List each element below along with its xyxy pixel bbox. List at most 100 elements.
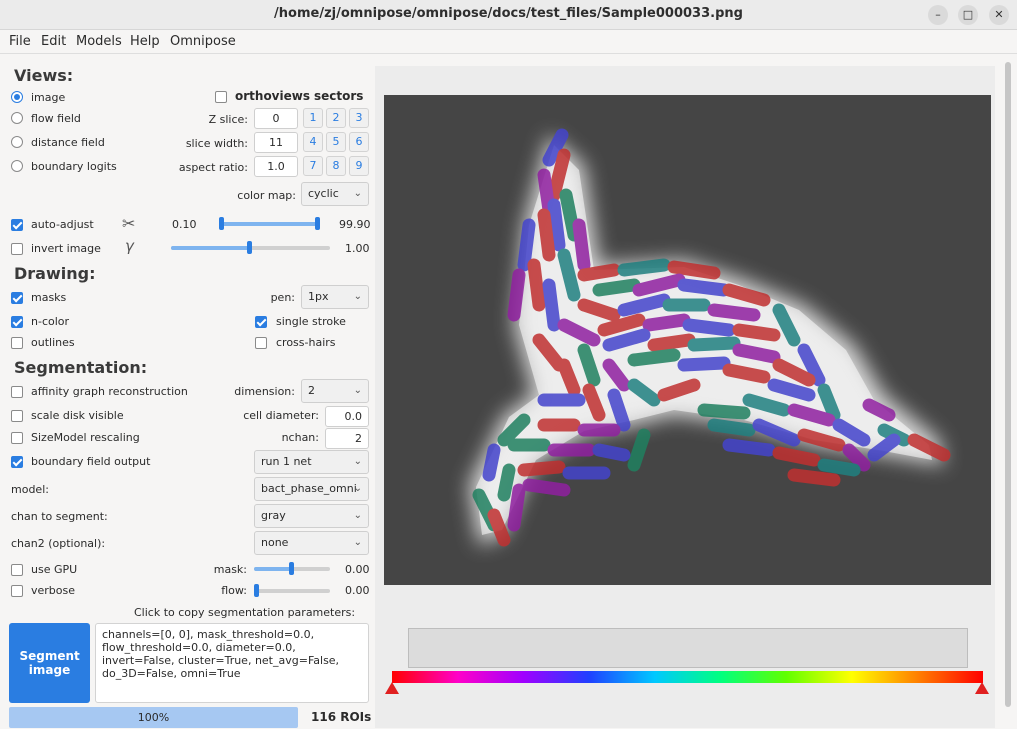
auto-adjust-min-handle[interactable] [219, 217, 224, 230]
model-select[interactable]: bact_phase_omni ⌄ [254, 477, 369, 501]
color-map-label: color map: [237, 189, 296, 202]
outlines-checkbox[interactable] [11, 337, 23, 349]
colormap-bar[interactable] [392, 671, 983, 683]
use-gpu-label: use GPU [31, 563, 78, 576]
affinity-checkbox[interactable] [11, 386, 23, 398]
cross-hairs-checkbox[interactable] [255, 337, 267, 349]
sector-button-2[interactable]: 2 [326, 108, 346, 128]
radio-boundary-logits[interactable] [11, 160, 23, 172]
pen-value: 1px [308, 290, 329, 303]
gamma-fill [171, 246, 249, 250]
sector-button-8[interactable]: 8 [326, 156, 346, 176]
segmentation-header: Segmentation: [14, 358, 148, 377]
boundary-field-checkbox[interactable] [11, 456, 23, 468]
sector-button-6[interactable]: 6 [349, 132, 369, 152]
sector-button-1[interactable]: 1 [303, 108, 323, 128]
run-net-select[interactable]: run 1 net ⌄ [254, 450, 369, 474]
slice-width-input[interactable]: 11 [254, 132, 298, 153]
verbose-checkbox[interactable] [11, 585, 23, 597]
flow-value: 0.00 [345, 584, 370, 597]
mask-fill [254, 567, 291, 571]
menu-file[interactable]: File [9, 34, 31, 49]
auto-adjust-label: auto-adjust [31, 218, 94, 231]
segment-image-button[interactable]: Segment image [9, 623, 90, 703]
use-gpu-checkbox[interactable] [11, 564, 23, 576]
menu-models[interactable]: Models [76, 34, 122, 49]
mask-label: mask: [213, 563, 247, 576]
orthoviews-label: orthoviews [235, 89, 310, 103]
chan2-select[interactable]: none ⌄ [254, 531, 369, 555]
model-value: bact_phase_omni [261, 482, 357, 495]
copy-hint: Click to copy segmentation parameters: [134, 606, 356, 619]
sector-button-5[interactable]: 5 [326, 132, 346, 152]
orthoviews-checkbox[interactable] [215, 91, 227, 103]
mask-value: 0.00 [345, 563, 370, 576]
ncolor-checkbox[interactable] [11, 316, 23, 328]
close-button[interactable]: ✕ [989, 5, 1009, 25]
minimize-button[interactable]: – [928, 5, 948, 25]
vertical-scrollbar[interactable] [1003, 62, 1013, 707]
single-stroke-label: single stroke [276, 315, 346, 328]
pen-select[interactable]: 1px ⌄ [301, 285, 369, 309]
z-slice-input[interactable]: 0 [254, 108, 298, 129]
auto-adjust-max: 99.90 [339, 218, 371, 231]
menu-help[interactable]: Help [130, 34, 160, 49]
masks-checkbox[interactable] [11, 292, 23, 304]
segmented-image[interactable] [384, 95, 991, 585]
dimension-label: dimension: [234, 385, 295, 398]
color-map-select[interactable]: cyclic ⌄ [301, 182, 369, 206]
auto-adjust-checkbox[interactable] [11, 219, 23, 231]
aspect-ratio-input[interactable]: 1.0 [254, 156, 298, 177]
dimension-select[interactable]: 2 ⌄ [301, 379, 369, 403]
menu-edit[interactable]: Edit [41, 34, 66, 49]
sector-button-3[interactable]: 3 [349, 108, 369, 128]
chevron-down-icon: ⌄ [353, 483, 362, 494]
chan-value: gray [261, 509, 286, 522]
auto-adjust-max-handle[interactable] [315, 217, 320, 230]
slice-width-label: slice width: [185, 137, 248, 150]
gamma-icon: γ [125, 237, 134, 255]
radio-image[interactable] [11, 91, 23, 103]
mask-handle[interactable] [289, 562, 294, 575]
min-marker-icon[interactable] [384, 681, 400, 695]
single-stroke-checkbox[interactable] [255, 316, 267, 328]
radio-flow-field[interactable] [11, 112, 23, 124]
flow-handle[interactable] [254, 584, 259, 597]
flow-slider[interactable] [254, 589, 330, 593]
max-marker-icon[interactable] [974, 681, 990, 695]
chevron-down-icon: ⌄ [353, 510, 362, 521]
sector-button-4[interactable]: 4 [303, 132, 323, 152]
chevron-down-icon: ⌄ [353, 188, 362, 199]
views-header: Views: [14, 66, 74, 85]
gamma-handle[interactable] [247, 241, 252, 254]
maximize-button[interactable]: □ [958, 5, 978, 25]
outlines-label: outlines [31, 336, 75, 349]
chan-label: chan to segment: [11, 510, 108, 523]
chan-select[interactable]: gray ⌄ [254, 504, 369, 528]
radio-image-label: image [31, 91, 66, 104]
pen-label: pen: [270, 291, 295, 304]
nchan-input[interactable]: 2 [325, 428, 369, 449]
dimension-value: 2 [308, 384, 315, 397]
scale-disk-checkbox[interactable] [11, 410, 23, 422]
radio-distance-field[interactable] [11, 136, 23, 148]
auto-adjust-min: 0.10 [172, 218, 197, 231]
menu-omnipose[interactable]: Omnipose [170, 34, 236, 49]
chevron-down-icon: ⌄ [353, 456, 362, 467]
chan2-label: chan2 (optional): [11, 537, 106, 550]
histogram[interactable] [408, 628, 968, 668]
params-text[interactable]: channels=[0, 0], mask_threshold=0.0, flo… [95, 623, 369, 703]
invert-image-label: invert image [31, 242, 101, 255]
progress-bar: 100% [9, 707, 298, 728]
cells-image [384, 95, 991, 585]
cell-diameter-input[interactable]: 0.0 [325, 406, 369, 427]
sizemodel-checkbox[interactable] [11, 432, 23, 444]
invert-image-checkbox[interactable] [11, 243, 23, 255]
sector-button-7[interactable]: 7 [303, 156, 323, 176]
sector-button-9[interactable]: 9 [349, 156, 369, 176]
color-map-value: cyclic [308, 187, 339, 200]
scale-disk-label: scale disk visible [31, 409, 124, 422]
roi-count: 116 ROIs [311, 710, 372, 724]
scrollbar-thumb[interactable] [1005, 62, 1011, 707]
auto-adjust-range [222, 222, 318, 226]
